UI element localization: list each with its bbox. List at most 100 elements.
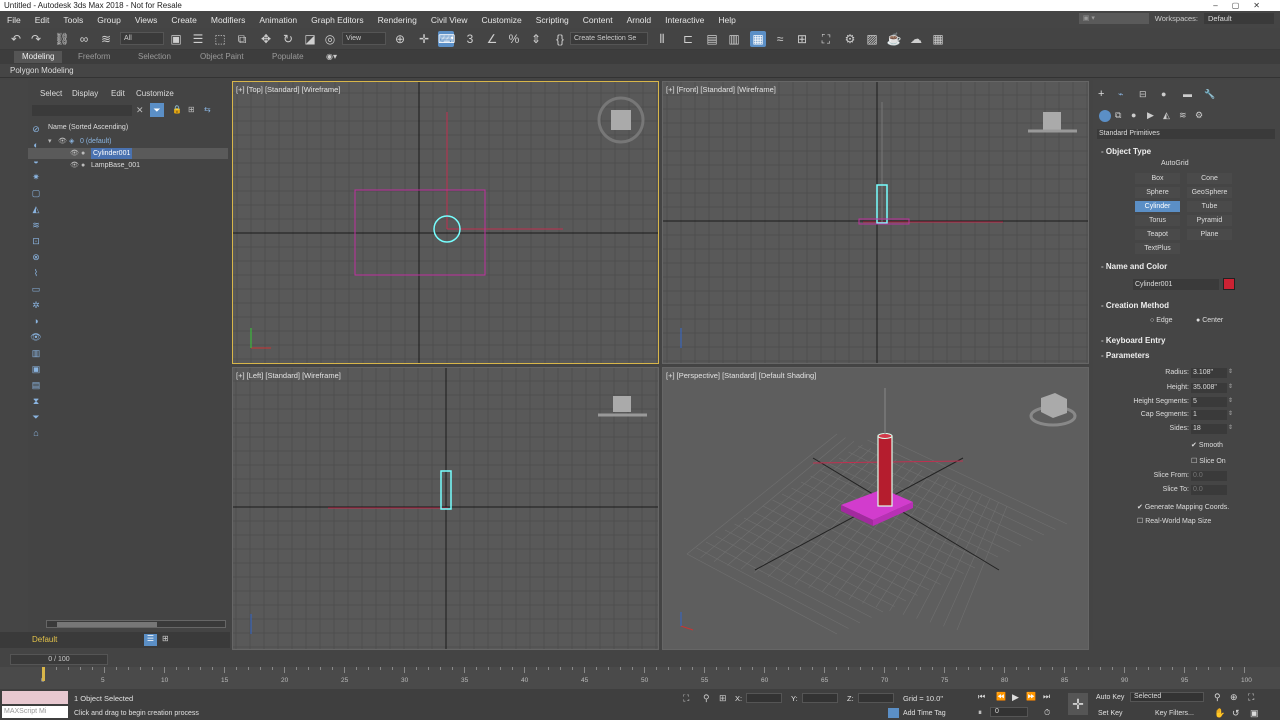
generate-mapping-checkbox[interactable]: ✔ Generate Mapping Coords. [1137, 503, 1229, 511]
workspace-dropdown[interactable]: Default [1204, 13, 1274, 24]
time-tag-icon[interactable] [888, 708, 899, 718]
time-slider[interactable]: 0 / 100 [10, 654, 108, 665]
selection-filter-dropdown[interactable]: All [120, 32, 164, 45]
sync-icon[interactable]: ⇆ [204, 105, 211, 114]
play-icon[interactable]: ▶ [1012, 692, 1019, 703]
viewport-label-top[interactable]: [+] [Top] [Standard] [Wireframe] [236, 85, 340, 94]
display-xrefs-icon[interactable]: ⊗ [29, 250, 43, 264]
primitive-category-dropdown[interactable]: Standard Primitives [1097, 129, 1275, 139]
menu-content[interactable]: Content [576, 15, 620, 25]
scene-menu-display[interactable]: Display [72, 89, 98, 98]
viewcube-front[interactable] [1028, 112, 1077, 133]
display-tab-icon[interactable]: ▬ [1183, 89, 1192, 99]
set-key-button[interactable]: Set Key [1098, 710, 1123, 717]
select-by-name-icon[interactable]: ☰ [190, 31, 206, 47]
tree-item-label[interactable]: Cylinder001 [91, 148, 133, 159]
render-setup-icon[interactable]: ⚙ [842, 31, 858, 47]
helpers-icon[interactable]: ◭ [1163, 110, 1170, 121]
zoom-extents-icon[interactable]: ⛶ [1248, 692, 1254, 703]
slice-from-field[interactable]: 0.0 [1191, 471, 1227, 481]
tube-button[interactable]: Tube [1187, 201, 1232, 212]
display-influences-icon[interactable]: ▥ [29, 346, 43, 360]
scale-icon[interactable]: ◪ [302, 31, 318, 47]
scene-column-header[interactable]: Name (Sorted Ascending) [28, 123, 228, 133]
user-account[interactable]: ▣ ▾ [1078, 13, 1149, 24]
x-coordinate-field[interactable] [746, 693, 782, 703]
y-coordinate-field[interactable] [802, 693, 838, 703]
scene-menu-customize[interactable]: Customize [136, 89, 174, 98]
reference-coordinate-dropdown[interactable]: View [342, 32, 386, 45]
modify-tab-icon[interactable]: ⌁ [1118, 89, 1123, 100]
menu-graph-editors[interactable]: Graph Editors [304, 15, 370, 25]
zoom-icon[interactable]: ⚲ [1214, 692, 1221, 703]
absolute-mode-icon[interactable]: ⊞ [719, 693, 727, 704]
menu-animation[interactable]: Animation [252, 15, 304, 25]
prev-frame-icon[interactable]: ⏪ [996, 692, 1006, 701]
bind-space-warp-icon[interactable]: ≋ [98, 31, 114, 47]
cylinder-button[interactable]: Cylinder [1135, 201, 1180, 212]
pyramid-button[interactable]: Pyramid [1187, 215, 1232, 226]
tree-item-label[interactable]: LampBase_001 [91, 160, 140, 171]
zoom-all-icon[interactable]: ⊕ [1230, 692, 1238, 703]
menu-views[interactable]: Views [128, 15, 165, 25]
viewport-top[interactable]: [+] [Top] [Standard] [Wireframe] [232, 81, 659, 364]
next-frame-icon[interactable]: ⏩ [1026, 692, 1036, 701]
tab-selection[interactable]: Selection [130, 51, 179, 63]
layer-explorer-icon[interactable]: ☰ [144, 634, 157, 646]
viewport-label-perspective[interactable]: [+] [Perspective] [Standard] [Default Sh… [666, 371, 816, 380]
viewport-front[interactable]: [+] [Front] [Standard] [Wireframe] [662, 81, 1089, 364]
tree-row-layer-default[interactable]: ▾ 👁 ◈ 0 (default) [28, 136, 228, 147]
menu-tools[interactable]: Tools [56, 15, 90, 25]
isolate-selection-icon[interactable]: ⛶ [683, 693, 689, 704]
display-groups-icon[interactable]: ⊡ [29, 234, 43, 248]
add-time-tag[interactable]: Add Time Tag [903, 710, 946, 717]
creation-center-radio[interactable]: ● Center [1196, 317, 1223, 324]
geometry-icon[interactable] [1099, 110, 1111, 122]
name-color-rollout[interactable]: Name and Color [1101, 262, 1167, 271]
menu-civil-view[interactable]: Civil View [424, 15, 475, 25]
creation-edge-radio[interactable]: ○ Edge [1150, 317, 1173, 324]
menu-file[interactable]: File [0, 15, 28, 25]
display-all-icon[interactable]: ✲ [29, 298, 43, 312]
track-bar[interactable]: 0510152025303540455055606570758085909510… [0, 667, 1280, 689]
geosphere-button[interactable]: GeoSphere [1187, 187, 1232, 198]
schematic-view-icon[interactable]: ⊞ [794, 31, 810, 47]
visibility-eye-icon[interactable]: 👁 [70, 160, 79, 171]
height-spinner[interactable]: ⇕ [1228, 383, 1233, 390]
menu-rendering[interactable]: Rendering [371, 15, 424, 25]
viewport-perspective[interactable]: [+] [Perspective] [Standard] [Default Sh… [662, 367, 1089, 650]
explorer-horizontal-scrollbar[interactable] [46, 620, 226, 628]
render-production-icon[interactable]: ☕ [886, 31, 902, 47]
display-invert-icon[interactable]: ◑ [29, 314, 43, 328]
select-manipulate-icon[interactable]: ✛ [416, 31, 432, 47]
clear-search-icon[interactable]: ✕ [136, 105, 144, 116]
tab-object-paint[interactable]: Object Paint [192, 51, 252, 63]
current-frame-field[interactable]: 0 [990, 707, 1028, 717]
goto-end-icon[interactable]: ⏭ [1043, 692, 1050, 702]
display-bones-icon[interactable]: ⌇ [29, 266, 43, 280]
shapes-icon[interactable]: ⧉ [1115, 110, 1121, 121]
menu-group[interactable]: Group [90, 15, 128, 25]
edit-named-selection-icon[interactable]: {} [552, 31, 568, 47]
hierarchy-tab-icon[interactable]: ⊟ [1139, 89, 1147, 100]
motion-tab-icon[interactable]: ● [1161, 89, 1166, 99]
mirror-icon[interactable]: ⫴ [654, 31, 670, 47]
viewcube-left[interactable] [598, 396, 647, 417]
box-button[interactable]: Box [1135, 173, 1180, 184]
slice-on-checkbox[interactable]: ☐ Slice On [1191, 457, 1226, 465]
viewport-label-front[interactable]: [+] [Front] [Standard] [Wireframe] [666, 85, 776, 94]
radius-spinner[interactable]: ⇕ [1228, 368, 1233, 375]
tab-modeling[interactable]: Modeling [14, 51, 63, 63]
display-spacewarps-icon[interactable]: ≋ [29, 218, 43, 232]
maximize-viewport-icon[interactable]: ▣ [1250, 708, 1259, 719]
maxscript-listener[interactable] [2, 691, 68, 704]
curve-editor-icon[interactable]: ≈ [772, 31, 788, 47]
selection-lock-icon[interactable]: ⚲ [703, 693, 710, 704]
sides-spinner[interactable]: ⇕ [1228, 424, 1233, 431]
angle-snap-icon[interactable]: ∠ [484, 31, 500, 47]
creation-method-rollout[interactable]: Creation Method [1101, 301, 1169, 310]
time-config-icon[interactable]: ⏱ [1044, 708, 1050, 718]
display-geometry-icon[interactable]: ◐ [29, 138, 43, 152]
window-crossing-icon[interactable]: ⧉ [234, 31, 250, 47]
display-dependents-icon[interactable]: ▣ [29, 362, 43, 376]
